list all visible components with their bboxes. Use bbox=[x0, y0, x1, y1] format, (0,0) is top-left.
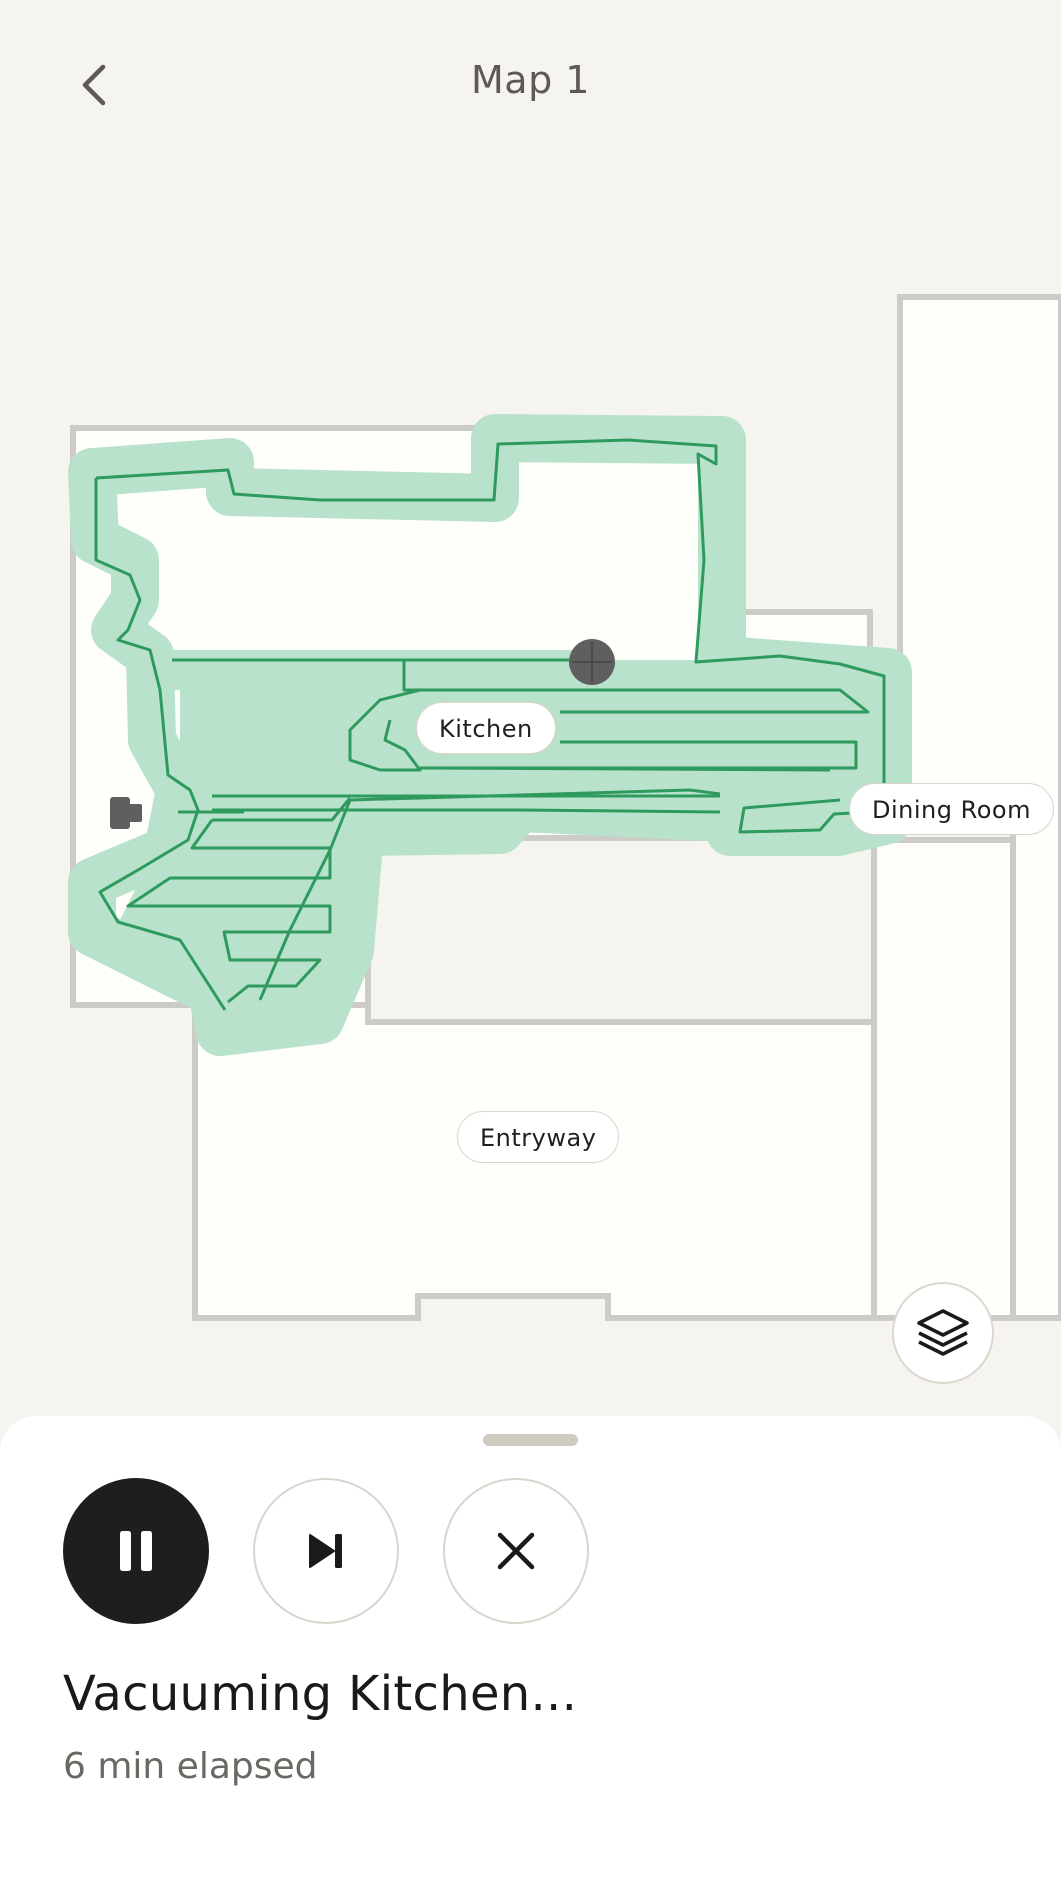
page-title: Map 1 bbox=[471, 58, 590, 102]
skip-next-icon bbox=[309, 1534, 342, 1568]
close-icon bbox=[497, 1532, 535, 1570]
room-label-entryway[interactable]: Entryway bbox=[457, 1111, 620, 1163]
top-bar: Map 1 bbox=[0, 0, 1061, 170]
pause-icon bbox=[120, 1531, 152, 1571]
sheet-drag-handle[interactable] bbox=[483, 1434, 578, 1446]
room-label-dining-room[interactable]: Dining Room bbox=[849, 783, 1054, 835]
elapsed-time: 6 min elapsed bbox=[63, 1746, 318, 1787]
layers-icon bbox=[917, 1309, 969, 1356]
job-status: Vacuuming Kitchen... bbox=[63, 1666, 578, 1722]
job-control-sheet: Vacuuming Kitchen... 6 min elapsed bbox=[0, 1416, 1061, 1884]
app-screen: Kitchen Dining Room Entryway Map 1 Vacuu… bbox=[0, 0, 1061, 1884]
room-label-kitchen[interactable]: Kitchen bbox=[416, 702, 556, 754]
skip-button[interactable] bbox=[253, 1478, 399, 1624]
cancel-button[interactable] bbox=[443, 1478, 589, 1624]
robot-icon bbox=[569, 639, 615, 685]
layers-button[interactable] bbox=[892, 1282, 994, 1384]
pause-button[interactable] bbox=[63, 1478, 209, 1624]
